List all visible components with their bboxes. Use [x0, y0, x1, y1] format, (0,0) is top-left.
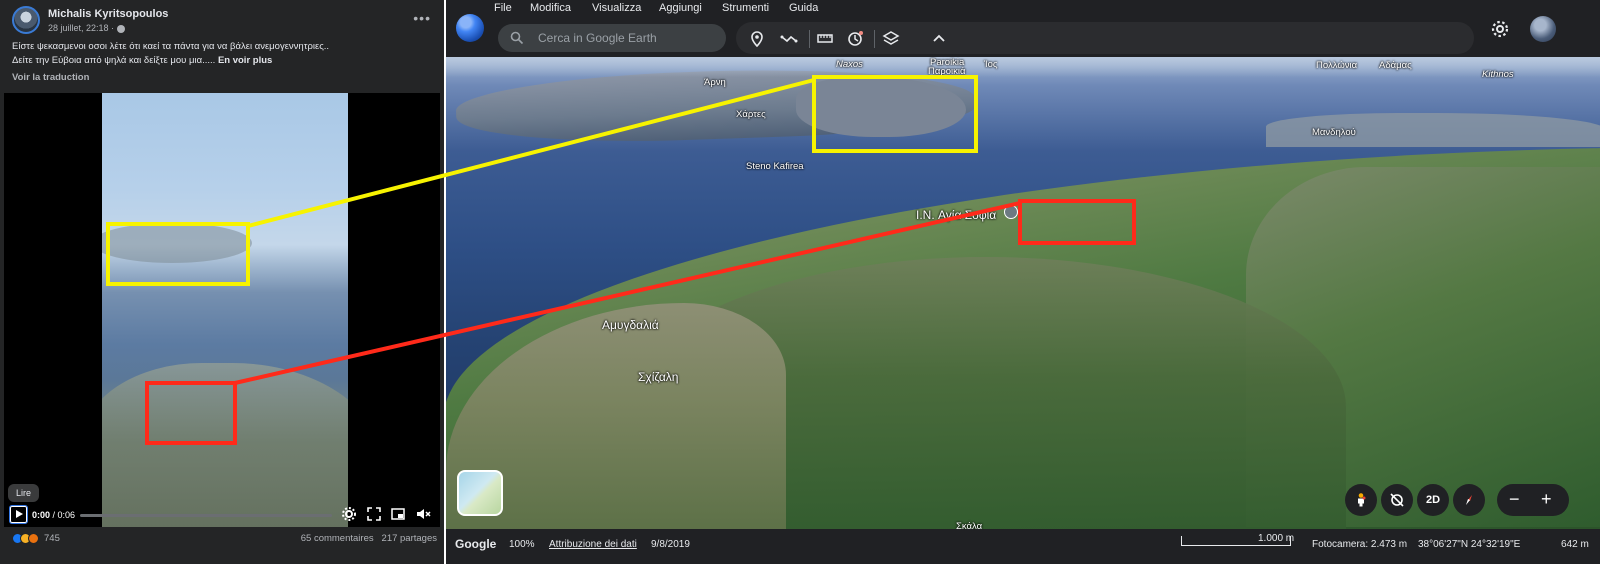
user-avatar[interactable]	[1530, 16, 1556, 42]
menu-aggiungi[interactable]: Aggiungi	[659, 2, 702, 14]
post-text: Είστε ψεκασμενοι οσοι λέτε ότι καεί τα π…	[12, 40, 432, 68]
see-more-link[interactable]: En voir plus	[218, 55, 272, 66]
label-steno-kafirea: Steno Kafirea	[746, 161, 804, 172]
label-arni: Άρνη	[704, 77, 726, 88]
zoom-level: 100%	[509, 539, 535, 550]
label-paroikia-gr: Παροικιά	[928, 66, 966, 77]
angry-icon	[28, 533, 39, 544]
time-total: / 0:06	[50, 510, 76, 520]
globe-icon	[116, 24, 125, 33]
post-line-2-text: Δείτε την Εύβοια από ψηλά και δείξτε μου…	[12, 55, 218, 66]
toolbar-divider	[874, 30, 875, 48]
video-time: 0:00 / 0:06	[32, 510, 75, 520]
label-adamas: Αδάμας	[1379, 60, 1412, 71]
label-bottom-place: Σκάλα	[956, 521, 983, 529]
post-line-1: Είστε ψεκασμενοι οσοι λέτε ότι καεί τα π…	[12, 41, 330, 52]
layers-icon[interactable]	[882, 30, 900, 48]
earth-logo[interactable]	[456, 14, 484, 42]
search-box[interactable]: Cerca in Google Earth	[498, 24, 726, 52]
search-input[interactable]: Cerca in Google Earth	[538, 31, 657, 45]
label-pollonia: Πολλώνια	[1316, 60, 1358, 71]
search-icon	[510, 31, 524, 45]
facebook-post: Michalis Kyritsopoulos 28 juillet, 22:18…	[0, 0, 446, 564]
menu-bar: File Modifica Visualizza Aggiungi Strume…	[446, 0, 1600, 17]
post-meta: 28 juillet, 22:18 ·	[48, 23, 125, 33]
pegman-icon[interactable]	[1345, 484, 1377, 516]
composite-screenshot: Michalis Kyritsopoulos 28 juillet, 22:18…	[0, 0, 1600, 564]
zoom-out-icon[interactable]: −	[1509, 489, 1520, 510]
author-name[interactable]: Michalis Kyritsopoulos	[48, 8, 168, 20]
reactions[interactable]: 745	[12, 533, 60, 544]
google-earth-window: File Modifica Visualizza Aggiungi Strume…	[446, 0, 1600, 564]
settings-icon[interactable]	[1491, 20, 1509, 38]
post-date[interactable]: 28 juillet, 22:18 ·	[48, 23, 117, 33]
chevron-up-icon[interactable]	[930, 30, 948, 48]
label-amygdalia: Αμυγδαλιά	[602, 318, 659, 332]
expand-icon[interactable]	[366, 506, 382, 522]
2d-toggle-button[interactable]: 2D	[1417, 484, 1449, 516]
toolbar-divider	[809, 30, 810, 48]
comments-count[interactable]: 65 commentaires	[301, 533, 374, 544]
shares-count[interactable]: 217 partages	[382, 533, 437, 544]
label-ios: Ίος	[984, 59, 998, 70]
label-mandilou: Μανδηλού	[1312, 127, 1356, 138]
video-frame	[102, 93, 348, 527]
elevation: 642 m	[1561, 539, 1589, 550]
play-tooltip: Lire	[8, 484, 40, 502]
video-player[interactable]	[4, 93, 440, 527]
pip-icon[interactable]	[390, 506, 406, 522]
coordinates: 38°06'27"N 24°32'19"E	[1418, 539, 1521, 550]
imagery-date: 9/8/2019	[651, 539, 690, 550]
history-icon[interactable]	[846, 30, 864, 48]
mute-icon[interactable]	[415, 506, 431, 522]
zoom-in-icon[interactable]: +	[1541, 489, 1552, 510]
placemark-icon[interactable]	[748, 30, 766, 48]
progress-bar[interactable]	[80, 514, 332, 517]
play-icon[interactable]	[9, 505, 28, 524]
engagement-counts: 65 commentaires 217 partages	[301, 533, 437, 544]
label-kithnos: Kithnos	[1482, 69, 1514, 80]
label-chartes: Χάρτες	[736, 109, 766, 120]
time-current: 0:00	[32, 510, 51, 520]
horizon-haze	[446, 57, 1600, 77]
scale-label: 1.000 m	[1258, 533, 1295, 544]
path-icon[interactable]	[780, 30, 798, 48]
menu-visualizza[interactable]: Visualizza	[592, 2, 641, 14]
menu-file[interactable]: File	[494, 2, 512, 14]
post-footer: 745 65 commentaires 217 partages	[12, 533, 437, 547]
video-controls: 0:00 / 0:06	[4, 503, 440, 527]
translate-link[interactable]: Voir la traduction	[12, 72, 89, 83]
monastery-pin-icon[interactable]	[1004, 205, 1018, 219]
post-line-2: Δείτε την Εύβοια από ψηλά και δείξτε μου…	[12, 54, 432, 68]
reaction-count: 745	[44, 533, 60, 544]
data-attribution-link[interactable]: Attribuzione dei dati	[549, 539, 637, 550]
distant-island	[102, 223, 252, 263]
tool-bar	[736, 22, 1474, 54]
map-style-thumbnail[interactable]	[457, 470, 503, 516]
label-schizali: Σχίζαλη	[638, 370, 679, 384]
menu-guida[interactable]: Guida	[789, 2, 818, 14]
label-naxos: Naxos	[836, 59, 863, 70]
tilt-icon[interactable]	[1381, 484, 1413, 516]
post-header: Michalis Kyritsopoulos 28 juillet, 22:18…	[12, 6, 437, 36]
more-icon[interactable]: •••	[413, 10, 431, 26]
avatar[interactable]	[12, 6, 40, 34]
status-bar: Google 100% Attribuzione dei dati 9/8/20…	[446, 529, 1600, 564]
label-agia-sofia: I.N. Αγία Σοφία	[916, 208, 997, 222]
menu-modifica[interactable]: Modifica	[530, 2, 571, 14]
ruler-icon[interactable]	[816, 30, 834, 48]
compass-icon[interactable]	[1453, 484, 1485, 516]
zoom-controls: − +	[1497, 484, 1569, 516]
settings-icon[interactable]	[341, 506, 357, 522]
camera-altitude: Fotocamera: 2.473 m	[1312, 539, 1408, 550]
earth-map-view[interactable]: Naxos Paroikia Παροικιά Ίος Πολλώνια Αδά…	[446, 57, 1600, 529]
google-logo: Google	[455, 537, 497, 551]
menu-strumenti[interactable]: Strumenti	[722, 2, 769, 14]
